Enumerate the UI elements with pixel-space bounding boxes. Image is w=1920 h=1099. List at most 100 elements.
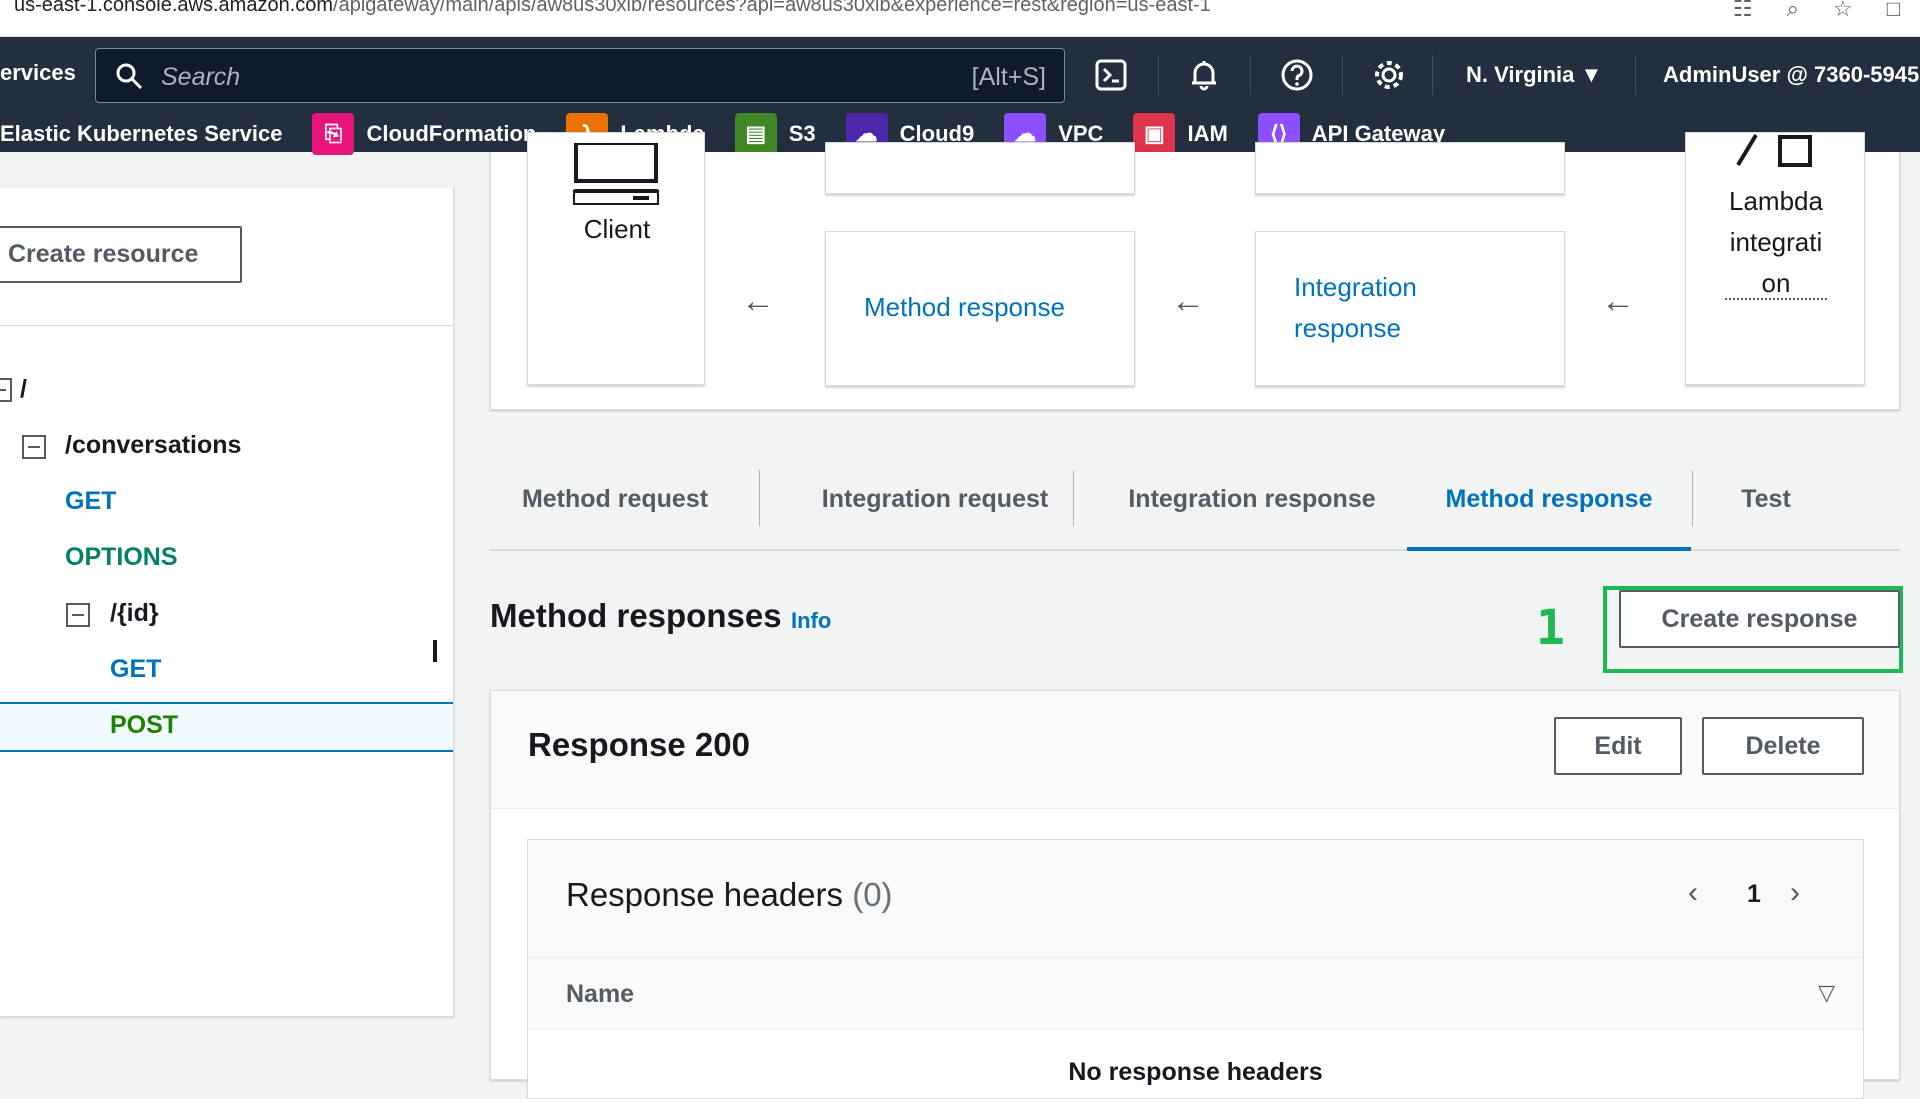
method-response-link[interactable]: Method response xyxy=(864,287,1065,328)
method-tabs: Method request Integration request Integ… xyxy=(490,470,1900,551)
url-text[interactable]: us-east-1.console.aws.amazon.com/apigate… xyxy=(14,0,1211,17)
lambda-label-line3[interactable]: on xyxy=(1686,263,1866,304)
integration-response-link-line2[interactable]: response xyxy=(1294,308,1401,349)
nav-divider xyxy=(1635,55,1636,95)
method-responses-heading: Method responses xyxy=(490,597,782,634)
bookmark-star-icon[interactable]: ☆ xyxy=(1833,0,1853,22)
selected-method-row[interactable] xyxy=(0,702,453,752)
fav-label: IAM xyxy=(1187,120,1228,146)
tab-divider xyxy=(1073,470,1074,526)
fav-label: Elastic Kubernetes Service xyxy=(0,120,283,146)
url-path: /apigateway/main/apis/aw8us30xib/resourc… xyxy=(333,0,1211,16)
nav-divider xyxy=(1432,55,1433,95)
collapse-id-icon[interactable] xyxy=(66,603,90,627)
search-placeholder: Search xyxy=(161,63,241,91)
nav-divider xyxy=(1158,55,1159,95)
method-options-conversations[interactable]: OPTIONS xyxy=(65,543,178,572)
tab-test[interactable]: Test xyxy=(1706,470,1826,551)
response-headers-header: Response headers (0) ‹ 1 › xyxy=(528,840,1863,958)
collapse-conversations-icon[interactable] xyxy=(22,435,46,459)
region-label: N. Virginia xyxy=(1466,62,1575,87)
browser-url-bar[interactable]: us-east-1.console.aws.amazon.com/apigate… xyxy=(0,0,1920,37)
tab-method-request[interactable]: Method request xyxy=(510,470,720,551)
client-label: Client xyxy=(583,214,651,244)
delete-button[interactable]: Delete xyxy=(1702,717,1864,775)
gear-icon[interactable] xyxy=(1371,57,1407,93)
extension-icon[interactable]: □ xyxy=(1887,0,1900,22)
help-icon[interactable] xyxy=(1279,57,1315,93)
response-headers-title: Response headers (0) xyxy=(566,876,893,914)
chevron-left-icon[interactable]: ‹ xyxy=(1688,876,1698,910)
collapse-root-icon[interactable] xyxy=(0,378,12,402)
cloudformation-icon: ⎘ xyxy=(312,112,355,155)
method-request-box xyxy=(825,142,1135,194)
aws-top-navigation: ervices Search [Alt+S] N. Virginia ▼ Adm… xyxy=(0,37,1920,155)
search-shortcut: [Alt+S] xyxy=(971,63,1046,91)
tab-divider xyxy=(759,470,760,526)
tab-integration-response[interactable]: Integration response xyxy=(1102,470,1402,551)
headers-title-text: Response headers xyxy=(566,876,844,913)
response-200-container: Response 200 Edit Delete Response header… xyxy=(490,690,1900,1099)
bell-icon[interactable] xyxy=(1186,57,1222,93)
account-menu[interactable]: AdminUser @ 7360-5945 xyxy=(1663,62,1919,88)
arrow-left-icon: ← xyxy=(1171,282,1205,320)
client-box: Client xyxy=(527,132,705,385)
table-header-row: Name ▽ xyxy=(528,958,1863,1030)
caret-down-icon: ▼ xyxy=(1580,62,1603,87)
nav-primary-row: ervices Search [Alt+S] N. Virginia ▼ Adm… xyxy=(0,37,1920,115)
lambda-label-line2: integrati xyxy=(1729,227,1823,257)
resource-root[interactable]: / xyxy=(20,375,27,404)
region-selector[interactable]: N. Virginia ▼ xyxy=(1466,62,1602,88)
response-headers-table: Response headers (0) ‹ 1 › Name ▽ No res… xyxy=(527,839,1864,1099)
search-icon xyxy=(116,63,143,90)
translate-icon[interactable]: ☷ xyxy=(1733,0,1753,22)
info-link[interactable]: Info xyxy=(791,608,831,634)
lambda-label-line3-text: on xyxy=(1725,268,1827,300)
tab-divider xyxy=(1692,470,1693,526)
search-input[interactable]: Search [Alt+S] xyxy=(95,48,1065,103)
fav-iam[interactable]: ▣ IAM xyxy=(1133,112,1228,155)
services-menu[interactable]: ervices xyxy=(0,60,76,86)
integration-response-link-line1[interactable]: Integration xyxy=(1294,267,1417,308)
edit-button[interactable]: Edit xyxy=(1554,717,1682,775)
resource-id[interactable]: /{id} xyxy=(110,599,159,628)
resource-conversations[interactable]: /conversations xyxy=(65,431,241,460)
client-computer-icon xyxy=(573,143,659,205)
panel-divider xyxy=(0,325,453,326)
chevron-right-icon[interactable]: › xyxy=(1790,876,1800,910)
sort-triangle-icon[interactable]: ▽ xyxy=(1818,980,1835,1006)
iam-badge-icon: ▣ xyxy=(1133,112,1176,155)
method-get-id[interactable]: GET xyxy=(110,655,161,684)
method-get-conversations[interactable]: GET xyxy=(65,487,116,516)
s3-bucket-icon: ▤ xyxy=(734,112,777,155)
cloudshell-icon[interactable] xyxy=(1093,57,1129,93)
fav-label: S3 xyxy=(788,120,816,146)
fav-eks[interactable]: Elastic Kubernetes Service xyxy=(0,121,282,147)
nav-divider xyxy=(1250,55,1251,95)
fav-s3[interactable]: ▤ S3 xyxy=(734,112,816,155)
tab-integration-request[interactable]: Integration request xyxy=(790,470,1080,551)
empty-state-text: No response headers xyxy=(1068,1058,1323,1086)
response-title: Response 200 xyxy=(528,726,750,763)
create-response-button[interactable]: Create response xyxy=(1619,590,1900,648)
lambda-integration-box: Lambda integrati on xyxy=(1685,132,1865,385)
arrow-left-icon: ← xyxy=(741,282,775,320)
url-host: us-east-1.console.aws.amazon.com xyxy=(14,0,334,16)
resources-panel: Create resource / /conversations GET OPT… xyxy=(0,188,454,1017)
nav-divider xyxy=(1342,55,1343,95)
zoom-icon[interactable]: ⌕ xyxy=(1787,0,1799,22)
method-response-box: Method response xyxy=(825,231,1135,386)
integration-request-box xyxy=(1255,142,1565,194)
arrow-left-icon: ← xyxy=(1601,282,1635,320)
method-post-id[interactable]: POST xyxy=(110,711,178,740)
tab-method-response[interactable]: Method response xyxy=(1407,470,1691,551)
fav-cloudformation[interactable]: ⎘ CloudFormation xyxy=(312,112,536,155)
response-header: Response 200 Edit Delete xyxy=(491,691,1899,809)
panel-resize-handle[interactable] xyxy=(433,640,437,662)
integration-response-box: Integration response xyxy=(1255,231,1565,386)
create-resource-button[interactable]: Create resource xyxy=(0,226,242,283)
lambda-icon xyxy=(1736,133,1812,167)
browser-actions: ☷ ⌕ ☆ □ xyxy=(1733,0,1900,22)
column-name-header[interactable]: Name xyxy=(566,980,634,1009)
page-number[interactable]: 1 xyxy=(1747,880,1761,909)
